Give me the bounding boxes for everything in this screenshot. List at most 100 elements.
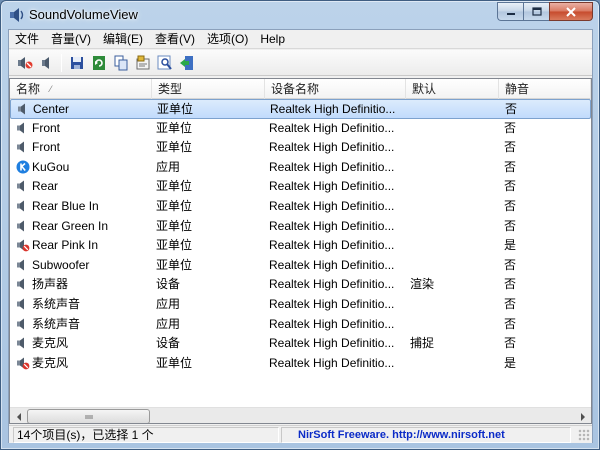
menu-volume[interactable]: 音量(V) <box>45 30 97 49</box>
cell-type: 亚单位 <box>156 355 193 370</box>
table-row[interactable]: 系统声音 应用 Realtek High Definitio... 否 <box>10 295 591 315</box>
cell-muted: 否 <box>504 140 517 155</box>
cell-type: 亚单位 <box>156 120 193 135</box>
scroll-left-icon <box>16 412 21 421</box>
scroll-right-icon <box>580 412 585 421</box>
refresh-button[interactable] <box>89 53 108 72</box>
cell-default <box>410 295 490 315</box>
cell-muted: 是 <box>504 238 517 253</box>
toolbar-separator <box>61 53 62 72</box>
title-bar[interactable]: SoundVolumeView <box>1 1 599 29</box>
cell-name: 麦克风 <box>32 355 69 370</box>
table-row[interactable]: 麦克风 亚单位 Realtek High Definitio... 是 <box>10 354 591 374</box>
column-header-default[interactable]: 默认 <box>406 79 499 99</box>
properties-button[interactable] <box>133 53 152 72</box>
cell-name: Rear Pink In <box>32 238 99 253</box>
exit-button[interactable] <box>177 53 196 72</box>
cell-type: 亚单位 <box>156 140 193 155</box>
cell-muted: 否 <box>505 102 518 116</box>
speaker-icon <box>17 141 24 153</box>
table-row[interactable]: Rear 亚单位 Realtek High Definitio... 否 <box>10 177 591 197</box>
column-header-type[interactable]: 类型 <box>152 79 265 99</box>
speaker-icon <box>18 103 25 115</box>
save-button[interactable] <box>67 53 86 72</box>
cell-muted: 否 <box>504 218 517 233</box>
speaker-icon <box>17 318 24 330</box>
refresh-icon <box>92 55 105 70</box>
cell-device: Realtek High Definitio... <box>269 257 395 272</box>
cell-device: Realtek High Definitio... <box>269 296 395 311</box>
table-row[interactable]: KuGou 应用 Realtek High Definitio... 否 <box>10 158 591 178</box>
copy-button[interactable] <box>111 53 130 72</box>
scroll-left-button[interactable] <box>10 408 27 423</box>
cell-muted: 否 <box>504 179 517 194</box>
cell-type: 亚单位 <box>156 218 193 233</box>
app-icon <box>10 8 24 22</box>
cell-device: Realtek High Definitio... <box>269 316 395 331</box>
find-button[interactable] <box>155 53 174 72</box>
speaker-muted-icon <box>17 239 30 252</box>
column-header-muted-label: 静音 <box>505 82 530 96</box>
cell-device: Realtek High Definitio... <box>269 159 395 174</box>
maximize-button[interactable] <box>523 2 549 21</box>
menu-options[interactable]: 选项(O) <box>201 30 254 49</box>
cell-type: 应用 <box>156 159 181 174</box>
scrollbar-thumb[interactable] <box>27 409 150 423</box>
exit-icon <box>179 55 193 70</box>
cell-name: 扬声器 <box>32 277 69 292</box>
cell-muted: 否 <box>504 296 517 311</box>
cell-name: Front <box>32 140 61 155</box>
table-row[interactable]: Rear Blue In 亚单位 Realtek High Definitio...… <box>10 197 591 217</box>
table-row[interactable]: 系统声音 应用 Realtek High Definitio... 否 <box>10 315 591 335</box>
cell-muted: 否 <box>504 198 517 213</box>
close-button[interactable] <box>549 2 593 21</box>
table-row[interactable]: 扬声器 设备 Realtek High Definitio... 渲染 否 <box>10 275 591 295</box>
cell-name: KuGou <box>32 159 70 174</box>
resize-grip-icon[interactable] <box>578 429 590 441</box>
cell-type: 亚单位 <box>157 102 194 116</box>
cell-type: 亚单位 <box>156 238 193 253</box>
table-row[interactable]: Center 亚单位 Realtek High Definitio... 否 <box>10 99 591 119</box>
table-row[interactable]: 麦克风 设备 Realtek High Definitio... 捕捉 否 <box>10 334 591 354</box>
cell-default <box>411 100 491 120</box>
cell-device: Realtek High Definitio... <box>270 102 396 116</box>
mute-button[interactable] <box>15 53 34 72</box>
cell-device: Realtek High Definitio... <box>269 140 395 155</box>
unmute-button[interactable] <box>37 53 56 72</box>
mute-icon <box>17 56 32 69</box>
cell-default <box>410 138 490 158</box>
cell-muted: 否 <box>504 257 517 272</box>
cell-muted: 否 <box>504 159 517 174</box>
app-window: SoundVolumeView 文件 音量(V) 编辑(E) 查看(V) 选项(… <box>0 0 600 450</box>
sound-items-list[interactable]: 名称 ⁄ 类型 设备名称 默认 静音 Center 亚单位 Realtek High… <box>9 78 592 424</box>
minimize-button[interactable] <box>497 2 523 21</box>
speaker-icon <box>17 180 24 192</box>
column-header-name[interactable]: 名称 ⁄ <box>10 79 152 99</box>
kugou-app-icon <box>16 160 30 174</box>
menu-file[interactable]: 文件 <box>9 30 45 49</box>
menu-view[interactable]: 查看(V) <box>149 30 201 49</box>
cell-device: Realtek High Definitio... <box>269 355 395 370</box>
table-row[interactable]: Subwoofer 亚单位 Realtek High Definitio... 否 <box>10 256 591 276</box>
grip-icon <box>85 414 92 419</box>
menu-help[interactable]: Help <box>254 30 291 49</box>
save-icon <box>70 56 83 69</box>
cell-type: 亚单位 <box>156 257 193 272</box>
cell-default <box>410 315 490 335</box>
scroll-right-button[interactable] <box>574 408 591 423</box>
column-header-device[interactable]: 设备名称 <box>265 79 406 99</box>
list-header: 名称 ⁄ 类型 设备名称 默认 静音 <box>10 79 591 99</box>
cell-device: Realtek High Definitio... <box>269 179 395 194</box>
table-row[interactable]: Rear Pink In 亚单位 Realtek High Definitio...… <box>10 236 591 256</box>
speaker-muted-icon <box>17 357 30 370</box>
client-area: 文件 音量(V) 编辑(E) 查看(V) 选项(O) Help 名称 ⁄ 类型 … <box>8 29 593 443</box>
cell-name: 麦克风 <box>32 336 69 351</box>
table-row[interactable]: Front 亚单位 Realtek High Definitio... 否 <box>10 138 591 158</box>
cell-name: 系统声音 <box>32 316 81 331</box>
menu-edit[interactable]: 编辑(E) <box>97 30 149 49</box>
table-row[interactable]: Rear Green In 亚单位 Realtek High Definitio..… <box>10 217 591 237</box>
table-row[interactable]: Front 亚单位 Realtek High Definitio... 否 <box>10 119 591 139</box>
nirsoft-link[interactable]: NirSoft Freeware. http://www.nirsoft.net <box>281 427 571 443</box>
column-header-muted[interactable]: 静音 <box>499 79 591 99</box>
horizontal-scrollbar[interactable] <box>10 407 591 423</box>
